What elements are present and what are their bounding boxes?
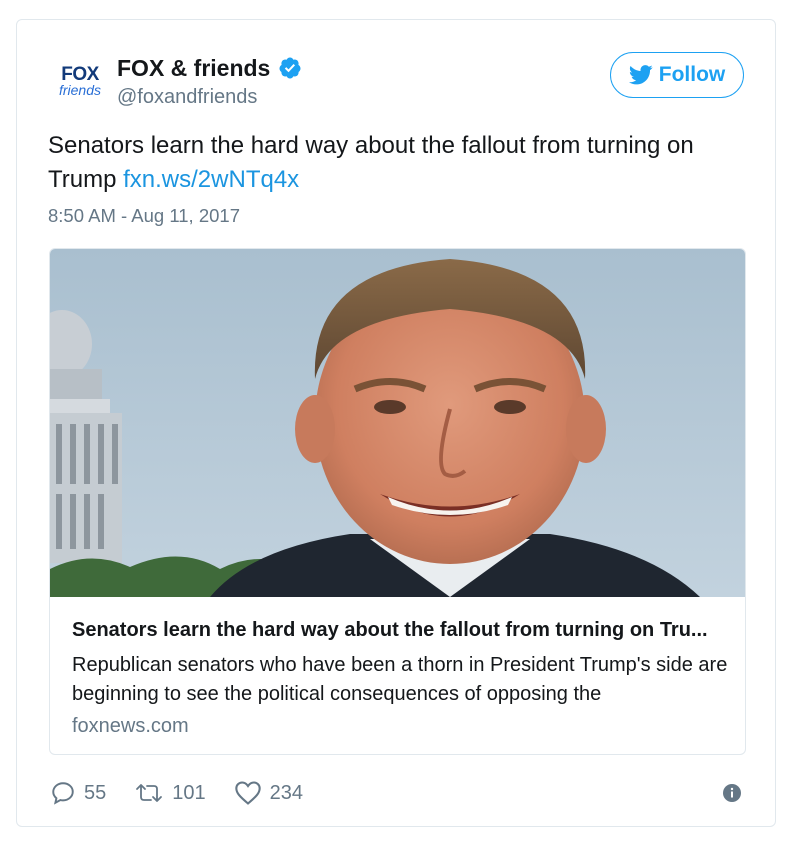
link-preview-description: Republican senators who have been a thor… xyxy=(72,654,728,705)
retweet-count: 101 xyxy=(172,781,206,804)
retweet-action[interactable]: 101 xyxy=(134,780,206,806)
like-count: 234 xyxy=(269,781,303,804)
avatar-logo-fox: FOX xyxy=(61,63,99,85)
tweet-timestamp[interactable]: 8:50 AM - Aug 11, 2017 xyxy=(48,203,240,229)
link-preview-card[interactable]: Senators learn the hard way about the fa… xyxy=(49,248,746,755)
verified-badge-icon xyxy=(279,57,301,79)
reply-action[interactable]: 55 xyxy=(50,780,106,806)
info-icon[interactable] xyxy=(723,784,741,802)
avatar-logo-friends: friends xyxy=(58,81,102,98)
like-action[interactable]: 234 xyxy=(234,780,303,806)
avatar[interactable]: FOX friends xyxy=(49,50,111,112)
link-preview-domain: foxnews.com xyxy=(72,715,189,737)
tweet-actions: 55 101 234 xyxy=(50,780,331,806)
account-name[interactable]: FOX & friends xyxy=(117,54,270,82)
follow-button-label: Follow xyxy=(658,63,726,86)
retweet-icon xyxy=(136,784,163,802)
twitter-bird-icon xyxy=(628,65,653,85)
account-name-row[interactable]: FOX & friends xyxy=(117,54,302,82)
reply-icon xyxy=(52,782,74,805)
link-preview-title: Senators learn the hard way about the fa… xyxy=(72,619,708,641)
reply-count: 55 xyxy=(84,781,107,804)
tweet-text: Senators learn the hard way about the fa… xyxy=(48,129,738,197)
tweet-embed-card: FOX friends FOX & friends @foxandfriends… xyxy=(16,19,776,827)
link-preview-image xyxy=(50,249,745,597)
account-handle[interactable]: @foxandfriends xyxy=(117,84,257,110)
tweet-link[interactable]: fxn.ws/2wNTq4x xyxy=(123,166,299,193)
follow-button[interactable]: Follow xyxy=(610,52,744,98)
senator-portrait-image xyxy=(50,249,745,597)
heart-icon xyxy=(234,781,261,805)
